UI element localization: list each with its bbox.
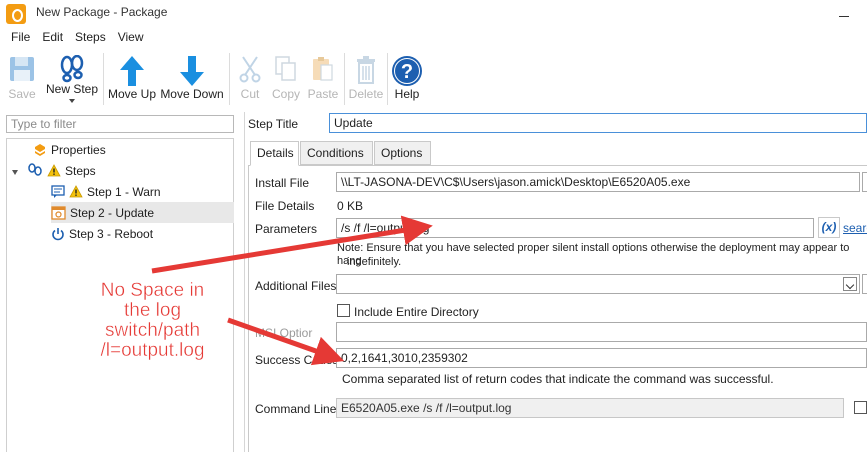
install-file-input[interactable]: \\LT-JASONA-DEV\C$\Users\jason.amick\Des… [336,172,860,192]
paste-button[interactable]: Paste [304,51,342,105]
tab-options[interactable]: Options [374,141,431,165]
note-line-2: indefinitely. [347,256,402,268]
tree-item-label: Properties [51,142,106,157]
new-step-label: New Step [45,82,99,96]
install-icon [51,206,66,220]
parameters-input[interactable]: /s /f /l=output.log [336,218,814,238]
footsteps-icon [28,163,42,176]
menu-bar: File Edit Steps View [0,27,867,47]
tree-item-properties[interactable]: Properties [33,139,106,160]
paste-label: Paste [307,87,339,101]
menu-steps[interactable]: Steps [69,27,112,47]
success-codes-hint: Comma separated list of return codes tha… [342,372,774,386]
annotation-line: switch/path [104,320,201,341]
save-label: Save [8,87,36,101]
menu-view[interactable]: View [112,27,150,47]
scissors-icon [239,56,261,83]
include-directory-label: Include Entire Directory [354,305,479,319]
file-details-value: 0 KB [337,199,364,213]
save-icon [10,57,34,81]
search-link[interactable]: searc [843,221,867,235]
properties-icon [35,143,45,156]
success-codes-input[interactable]: 0,2,1641,3010,2359302 [336,348,867,368]
annotation-text: No Space in the log switch/path /l=outpu… [85,280,220,361]
chevron-down-icon [69,99,75,103]
variable-button[interactable]: (x) [818,217,840,238]
tree-expand-icon[interactable] [12,170,18,175]
move-up-button[interactable]: Move Up [106,51,158,105]
toolbar-separator [344,53,345,105]
include-directory-checkbox[interactable] [337,304,350,317]
message-icon [51,184,65,198]
command-line-checkbox[interactable] [854,401,867,414]
tree-item-step-3[interactable]: Step 3 - Reboot [51,223,153,244]
help-icon: ? [392,56,422,86]
tree-item-label: Step 1 - Warn [87,184,161,199]
warning-icon [47,164,61,177]
menu-file[interactable]: File [5,27,36,47]
tree-item-steps[interactable]: Steps [27,160,96,181]
title-bar: New Package - Package [0,0,867,26]
annotation-line: the log [123,300,182,321]
msi-options-input[interactable] [336,322,867,342]
cut-button[interactable]: Cut [234,51,266,105]
file-details-label: File Details [255,199,315,213]
arrow-up-icon [120,56,144,86]
cut-label: Cut [240,87,260,101]
annotation-line: /l=output.log [100,340,205,361]
trash-icon [357,56,375,84]
delete-label: Delete [348,87,384,101]
new-step-button[interactable]: New Step [44,51,100,105]
parameters-label: Parameters [255,222,318,236]
toolbar-separator [229,53,230,105]
tree-item-label: Step 3 - Reboot [69,226,154,241]
footsteps-icon [60,55,84,83]
pane-splitter[interactable] [244,112,245,452]
tree-item-step-2[interactable]: Step 2 - Update [51,202,234,223]
additional-files-combo[interactable] [336,274,860,294]
delete-button[interactable]: Delete [347,51,385,105]
save-button[interactable]: Save [4,51,40,105]
chevron-down-icon[interactable] [843,277,857,291]
power-icon [52,227,64,240]
warning-icon [69,185,83,198]
move-up-label: Move Up [107,87,157,101]
install-file-label: Install File [255,176,310,190]
note-line-1: Note: Ensure that you have selected prop… [337,242,850,267]
success-codes-label: Success Codes [255,353,339,367]
add-files-button[interactable] [862,274,867,294]
window-title: New Package - Package [36,5,168,19]
copy-icon [275,56,296,81]
step-title-label: Step Title [248,117,299,131]
copy-label: Copy [271,87,300,101]
clipboard-icon [313,57,333,81]
filter-input[interactable] [6,115,234,133]
move-down-button[interactable]: Move Down [160,51,224,105]
copy-button[interactable]: Copy [268,51,304,105]
msi-options-label: MSI Optior [255,326,313,340]
move-down-label: Move Down [160,87,224,101]
step-title-input[interactable]: Update [329,113,867,133]
annotation-line: No Space in [100,280,205,301]
command-line-label: Command Line [255,402,337,416]
app-logo-icon [6,4,26,24]
toolbar-separator [103,53,104,105]
help-button[interactable]: ? Help [390,51,424,105]
toolbar: Save New Step Move Up Move Down Cut Copy… [0,49,867,109]
arrow-down-icon [180,56,204,86]
menu-edit[interactable]: Edit [36,27,69,47]
additional-files-label: Additional Files [255,279,337,293]
minimize-button[interactable] [839,16,849,17]
tree-item-label: Step 2 - Update [70,205,155,220]
tree-item-step-1[interactable]: Step 1 - Warn [51,181,161,202]
svg-text:?: ? [401,61,413,83]
command-line-value: E6520A05.exe /s /f /l=output.log [336,398,844,418]
browse-button[interactable] [862,172,867,192]
help-label: Help [394,87,420,101]
tab-details[interactable]: Details [250,141,299,166]
toolbar-separator [387,53,388,105]
tree-item-label: Steps [65,163,96,178]
tab-conditions[interactable]: Conditions [300,141,373,165]
